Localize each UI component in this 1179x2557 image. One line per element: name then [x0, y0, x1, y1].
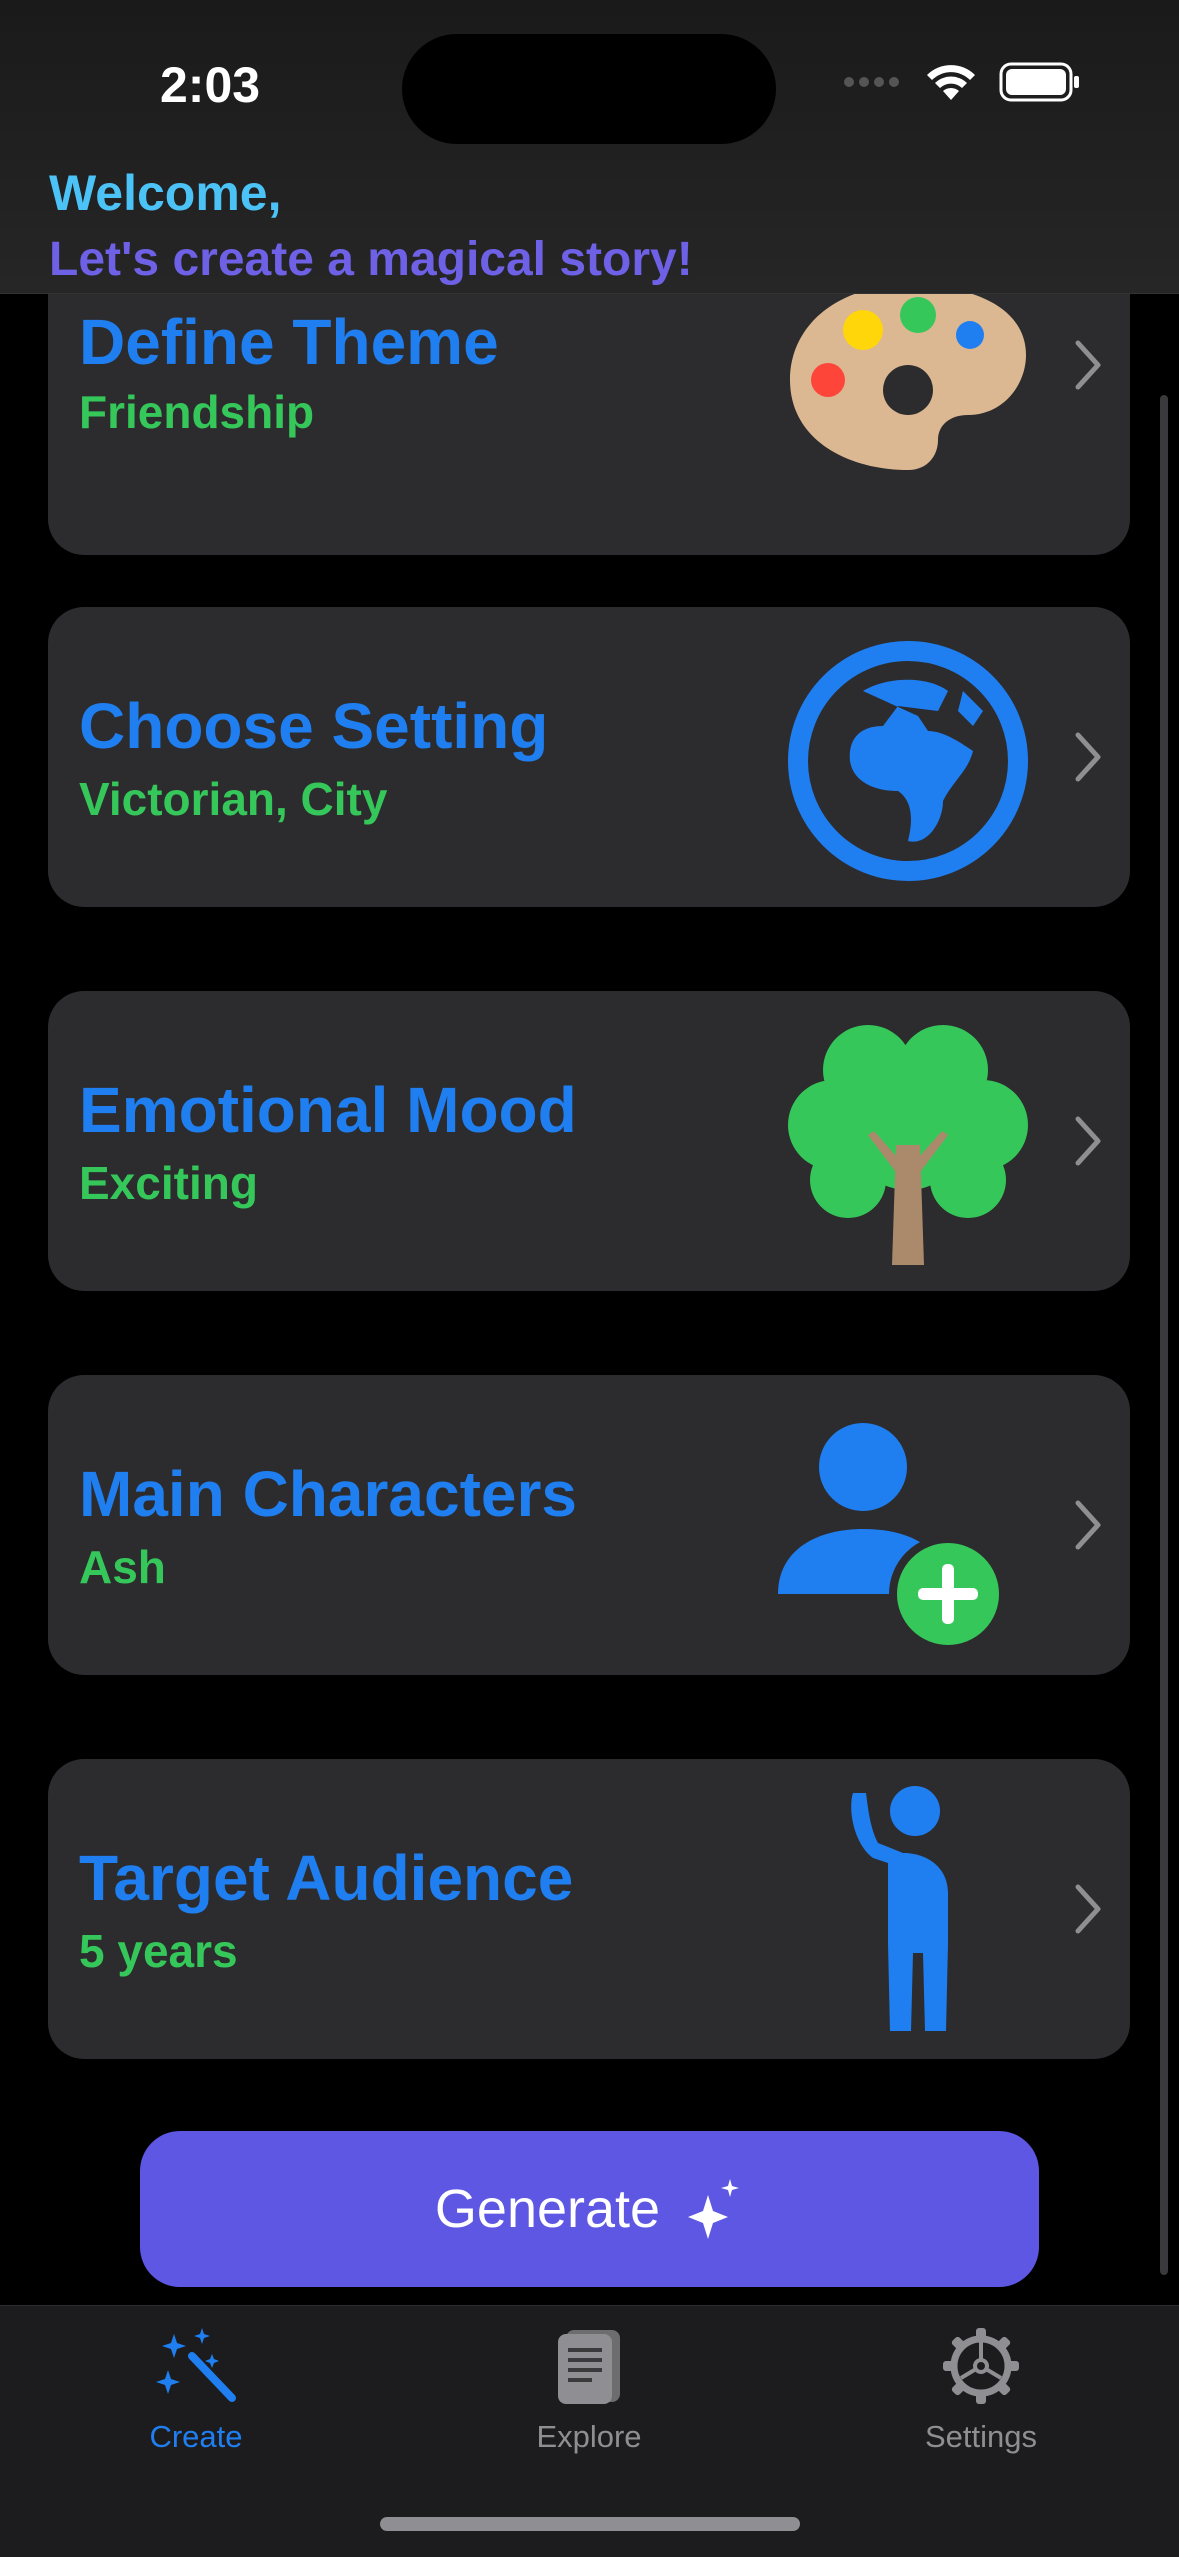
- card-title: Target Audience: [79, 1842, 574, 1914]
- person-add-icon: [778, 1423, 1007, 1653]
- options-list[interactable]: Define Theme Friendship Choose Setting V…: [0, 293, 1179, 2303]
- tree-icon: [788, 1025, 1028, 1265]
- tab-create[interactable]: Create: [46, 2326, 346, 2455]
- tab-label: Create: [149, 2419, 243, 2454]
- card-title: Main Characters: [79, 1458, 577, 1530]
- chevron-right-icon: [1075, 1500, 1101, 1550]
- person-raised-hand-icon: [851, 1786, 948, 2031]
- tab-label: Settings: [924, 2419, 1037, 2454]
- card-target-audience[interactable]: Target Audience 5 years: [48, 1759, 1130, 2059]
- tab-explore[interactable]: Explore: [439, 2326, 739, 2455]
- dynamic-island: [402, 34, 776, 144]
- chevron-right-icon: [1075, 340, 1101, 390]
- card-define-theme[interactable]: Define Theme Friendship: [48, 293, 1130, 555]
- card-title: Define Theme: [79, 306, 499, 378]
- magic-wand-icon: [156, 2328, 236, 2402]
- status-time: 2:03: [160, 57, 261, 113]
- book-icon: [558, 2330, 620, 2404]
- battery-icon: [999, 62, 1079, 102]
- tab-settings[interactable]: Settings: [831, 2326, 1131, 2455]
- tab-label: Explore: [536, 2419, 642, 2454]
- card-value: Friendship: [79, 386, 315, 438]
- card-value: Ash: [79, 1541, 166, 1593]
- card-main-characters[interactable]: Main Characters Ash: [48, 1375, 1130, 1675]
- chevron-right-icon: [1075, 1116, 1101, 1166]
- chevron-right-icon: [1075, 1884, 1101, 1934]
- card-value: Victorian, City: [79, 773, 388, 825]
- wifi-icon: [927, 65, 975, 100]
- sparkles-icon: [688, 2179, 740, 2239]
- generate-button[interactable]: Generate: [140, 2131, 1039, 2287]
- card-title: Choose Setting: [79, 690, 549, 762]
- card-title: Emotional Mood: [79, 1074, 577, 1146]
- welcome-text: Welcome,: [49, 165, 282, 221]
- gear-icon: [943, 2328, 1019, 2404]
- scrollbar[interactable]: [1160, 395, 1168, 2275]
- chevron-right-icon: [1075, 732, 1101, 782]
- card-emotional-mood[interactable]: Emotional Mood Exciting: [48, 991, 1130, 1291]
- card-choose-setting[interactable]: Choose Setting Victorian, City: [48, 607, 1130, 907]
- home-indicator[interactable]: [380, 2517, 800, 2531]
- header: 2:03 Welcome, Let's create a magical sto…: [0, 0, 1179, 294]
- card-value: 5 years: [79, 1925, 238, 1977]
- card-value: Exciting: [79, 1157, 258, 1209]
- palette-icon: [790, 293, 1026, 470]
- tagline-text: Let's create a magical story!: [49, 233, 693, 286]
- status-icons: [843, 62, 1081, 102]
- generate-label: Generate: [434, 2179, 661, 2239]
- signal-icon: [844, 77, 899, 87]
- globe-icon: [788, 641, 1028, 881]
